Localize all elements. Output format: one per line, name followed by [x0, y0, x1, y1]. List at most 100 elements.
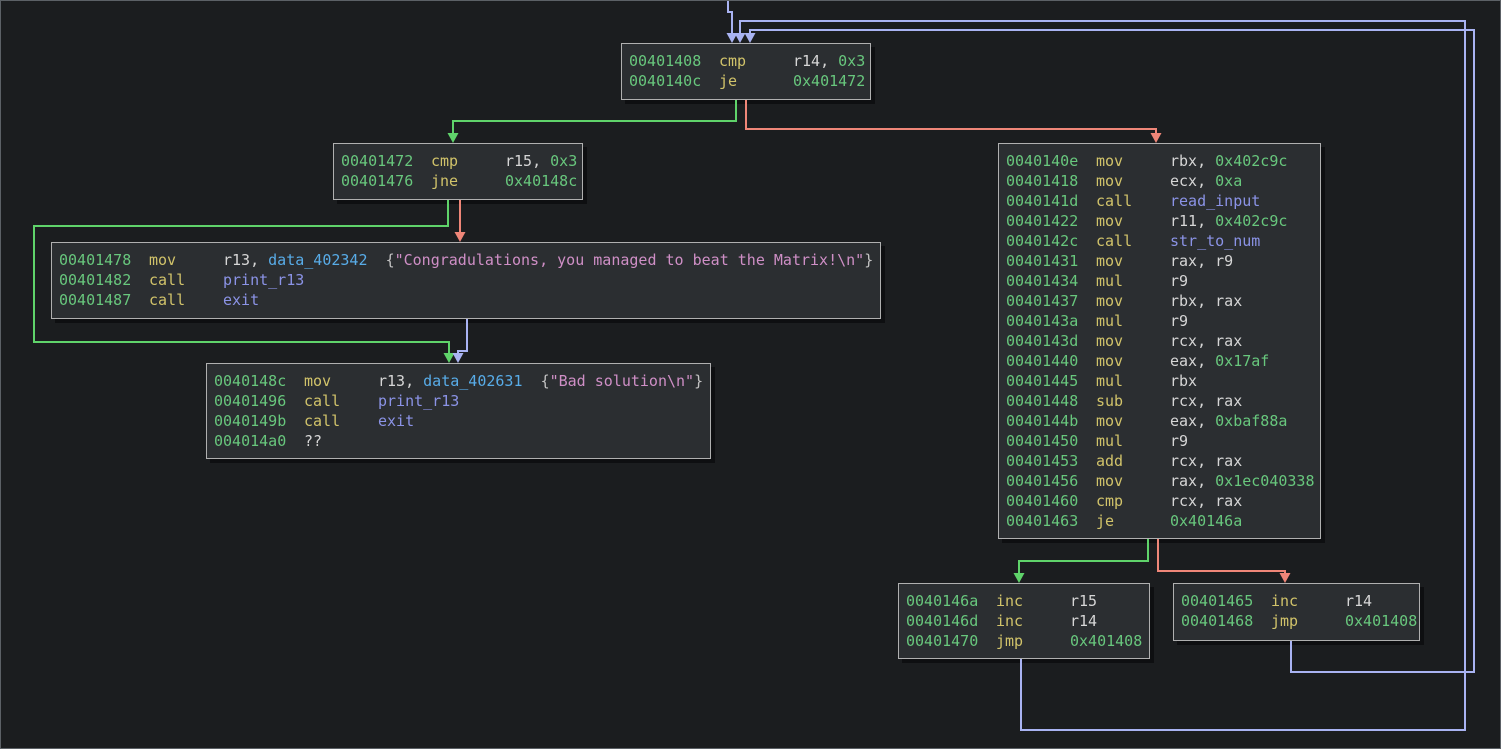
call-target-link[interactable]: print_r13	[378, 392, 459, 410]
instruction-address: 0040146d	[906, 611, 996, 631]
instruction-row[interactable]: 0040143dmovrcx, rax	[1006, 331, 1313, 351]
instruction-row[interactable]: 00401448subrcx, rax	[1006, 391, 1313, 411]
instruction-mnemonic: add	[1096, 451, 1170, 471]
instruction-row[interactable]: 0040141dcallread_input	[1006, 191, 1313, 211]
instruction-address: 0040143a	[1006, 311, 1096, 331]
immediate-value: 0x3	[550, 152, 577, 170]
basic-block-0x40146a[interactable]: 0040146aincr150040146dincr1400401470jmp0…	[898, 583, 1150, 659]
instruction-operands: r14, 0x3	[793, 51, 865, 71]
basic-block-0x40140e[interactable]: 0040140emovrbx, 0x402c9c00401418movecx, …	[998, 143, 1321, 539]
instruction-address: 00401453	[1006, 451, 1096, 471]
instruction-mnemonic: call	[304, 391, 378, 411]
instruction-operands: print_r13	[378, 391, 459, 411]
instruction-address: 00401456	[1006, 471, 1096, 491]
instruction-row[interactable]: 0040144bmoveax, 0xbaf88a	[1006, 411, 1313, 431]
data-reference-link[interactable]: data_402631	[423, 372, 522, 390]
instruction-row[interactable]: 00401440moveax, 0x17af	[1006, 351, 1313, 371]
instruction-operands: r14	[1070, 611, 1097, 631]
basic-block-0x401408[interactable]: 00401408cmpr14, 0x30040140cje0x401472	[621, 43, 871, 100]
basic-block-0x401472[interactable]: 00401472cmpr15, 0x300401476jne0x40148c	[333, 143, 583, 200]
instruction-address: 00401445	[1006, 371, 1096, 391]
data-reference-link[interactable]: data_402342	[268, 251, 367, 269]
instruction-mnemonic: mul	[1096, 311, 1170, 331]
instruction-row[interactable]: 00401431movrax, r9	[1006, 251, 1313, 271]
call-target-link[interactable]: read_input	[1170, 192, 1260, 210]
branch-target-link[interactable]: 0x40148c	[505, 172, 577, 190]
instruction-address: 00401460	[1006, 491, 1096, 511]
instruction-address: 0040149b	[214, 411, 304, 431]
instruction-row[interactable]: 00401476jne0x40148c	[341, 171, 575, 191]
basic-block-0x401478[interactable]: 00401478movr13, data_402342 {"Congradula…	[51, 242, 881, 319]
instruction-operands: 0x401408	[1345, 611, 1417, 631]
operand: rax,	[1170, 472, 1215, 490]
call-target-link[interactable]: exit	[223, 291, 259, 309]
instruction-row[interactable]: 00401482callprint_r13	[59, 270, 873, 290]
instruction-row[interactable]: 00401434mulr9	[1006, 271, 1313, 291]
instruction-operands: r15	[1070, 591, 1097, 611]
instruction-row[interactable]: 0040140emovrbx, 0x402c9c	[1006, 151, 1313, 171]
instruction-mnemonic: mov	[1096, 291, 1170, 311]
instruction-mnemonic: mov	[1096, 171, 1170, 191]
instruction-operands: read_input	[1170, 191, 1260, 211]
edge-entry-to-0x401408	[727, 1, 738, 43]
instruction-row[interactable]: 0040148cmovr13, data_402631 {"Bad soluti…	[214, 371, 703, 391]
instruction-operands: str_to_num	[1170, 231, 1260, 251]
edge-0x401472-false-0x401478	[455, 200, 466, 242]
branch-target-link[interactable]: 0x401408	[1070, 632, 1142, 650]
disassembly-graph-view[interactable]: 00401408cmpr14, 0x30040140cje0x401472004…	[0, 0, 1501, 749]
instruction-row[interactable]: 00401445mulrbx	[1006, 371, 1313, 391]
instruction-row[interactable]: 00401472cmpr15, 0x3	[341, 151, 575, 171]
instruction-address: 00401448	[1006, 391, 1096, 411]
instruction-row[interactable]: 00401468jmp0x401408	[1181, 611, 1412, 631]
call-target-link[interactable]: str_to_num	[1170, 232, 1260, 250]
instruction-row[interactable]: 0040146dincr14	[906, 611, 1142, 631]
instruction-row[interactable]: 00401456movrax, 0x1ec040338	[1006, 471, 1313, 491]
instruction-mnemonic: cmp	[431, 151, 505, 171]
instruction-row[interactable]: 00401487callexit	[59, 290, 873, 310]
instruction-row[interactable]: 0040149bcallexit	[214, 411, 703, 431]
instruction-row[interactable]: 0040140cje0x401472	[629, 71, 863, 91]
instruction-row[interactable]: 00401453addrcx, rax	[1006, 451, 1313, 471]
immediate-value: 0x402c9c	[1215, 212, 1287, 230]
instruction-mnemonic: mov	[1096, 251, 1170, 271]
instruction-operands: rax, r9	[1170, 251, 1233, 271]
instruction-operands: rax, 0x1ec040338	[1170, 471, 1315, 491]
instruction-row[interactable]: 00401437movrbx, rax	[1006, 291, 1313, 311]
branch-target-link[interactable]: 0x40146a	[1170, 512, 1242, 530]
call-target-link[interactable]: print_r13	[223, 271, 304, 289]
edge-arrowhead	[745, 33, 756, 43]
operand: ecx,	[1170, 172, 1215, 190]
instruction-row[interactable]: 0040143amulr9	[1006, 311, 1313, 331]
operand: r15	[1070, 592, 1097, 610]
instruction-row[interactable]: 00401470jmp0x401408	[906, 631, 1142, 651]
instruction-mnemonic: cmp	[719, 51, 793, 71]
instruction-address: 0040140e	[1006, 151, 1096, 171]
immediate-value: 0xbaf88a	[1215, 412, 1287, 430]
instruction-row[interactable]: 00401460cmprcx, rax	[1006, 491, 1313, 511]
instruction-row[interactable]: 0040146aincr15	[906, 591, 1142, 611]
instruction-row[interactable]: 00401496callprint_r13	[214, 391, 703, 411]
basic-block-0x40148c[interactable]: 0040148cmovr13, data_402631 {"Bad soluti…	[206, 363, 711, 459]
operand: rbx,	[1170, 152, 1215, 170]
instruction-row[interactable]: 00401408cmpr14, 0x3	[629, 51, 863, 71]
instruction-operands: 0x401472	[793, 71, 865, 91]
instruction-row[interactable]: 004014a0??	[214, 431, 703, 451]
instruction-row[interactable]: 00401418movecx, 0xa	[1006, 171, 1313, 191]
instruction-row[interactable]: 00401422movr11, 0x402c9c	[1006, 211, 1313, 231]
basic-block-0x401465[interactable]: 00401465incr1400401468jmp0x401408	[1173, 583, 1420, 641]
instruction-row[interactable]: 0040142ccallstr_to_num	[1006, 231, 1313, 251]
branch-target-link[interactable]: 0x401408	[1345, 612, 1417, 630]
call-target-link[interactable]: exit	[378, 412, 414, 430]
instruction-address: 0040141d	[1006, 191, 1096, 211]
instruction-row[interactable]: 00401450mulr9	[1006, 431, 1313, 451]
instruction-mnemonic: mov	[1096, 331, 1170, 351]
instruction-operands: ecx, 0xa	[1170, 171, 1242, 191]
operand: r9	[1170, 272, 1188, 290]
instruction-operands: rbx, 0x402c9c	[1170, 151, 1287, 171]
branch-target-link[interactable]: 0x401472	[793, 72, 865, 90]
instruction-operands: r9	[1170, 431, 1188, 451]
operand: r14,	[793, 52, 838, 70]
instruction-row[interactable]: 00401465incr14	[1181, 591, 1412, 611]
instruction-row[interactable]: 00401463je0x40146a	[1006, 511, 1313, 531]
instruction-row[interactable]: 00401478movr13, data_402342 {"Congradula…	[59, 250, 873, 270]
